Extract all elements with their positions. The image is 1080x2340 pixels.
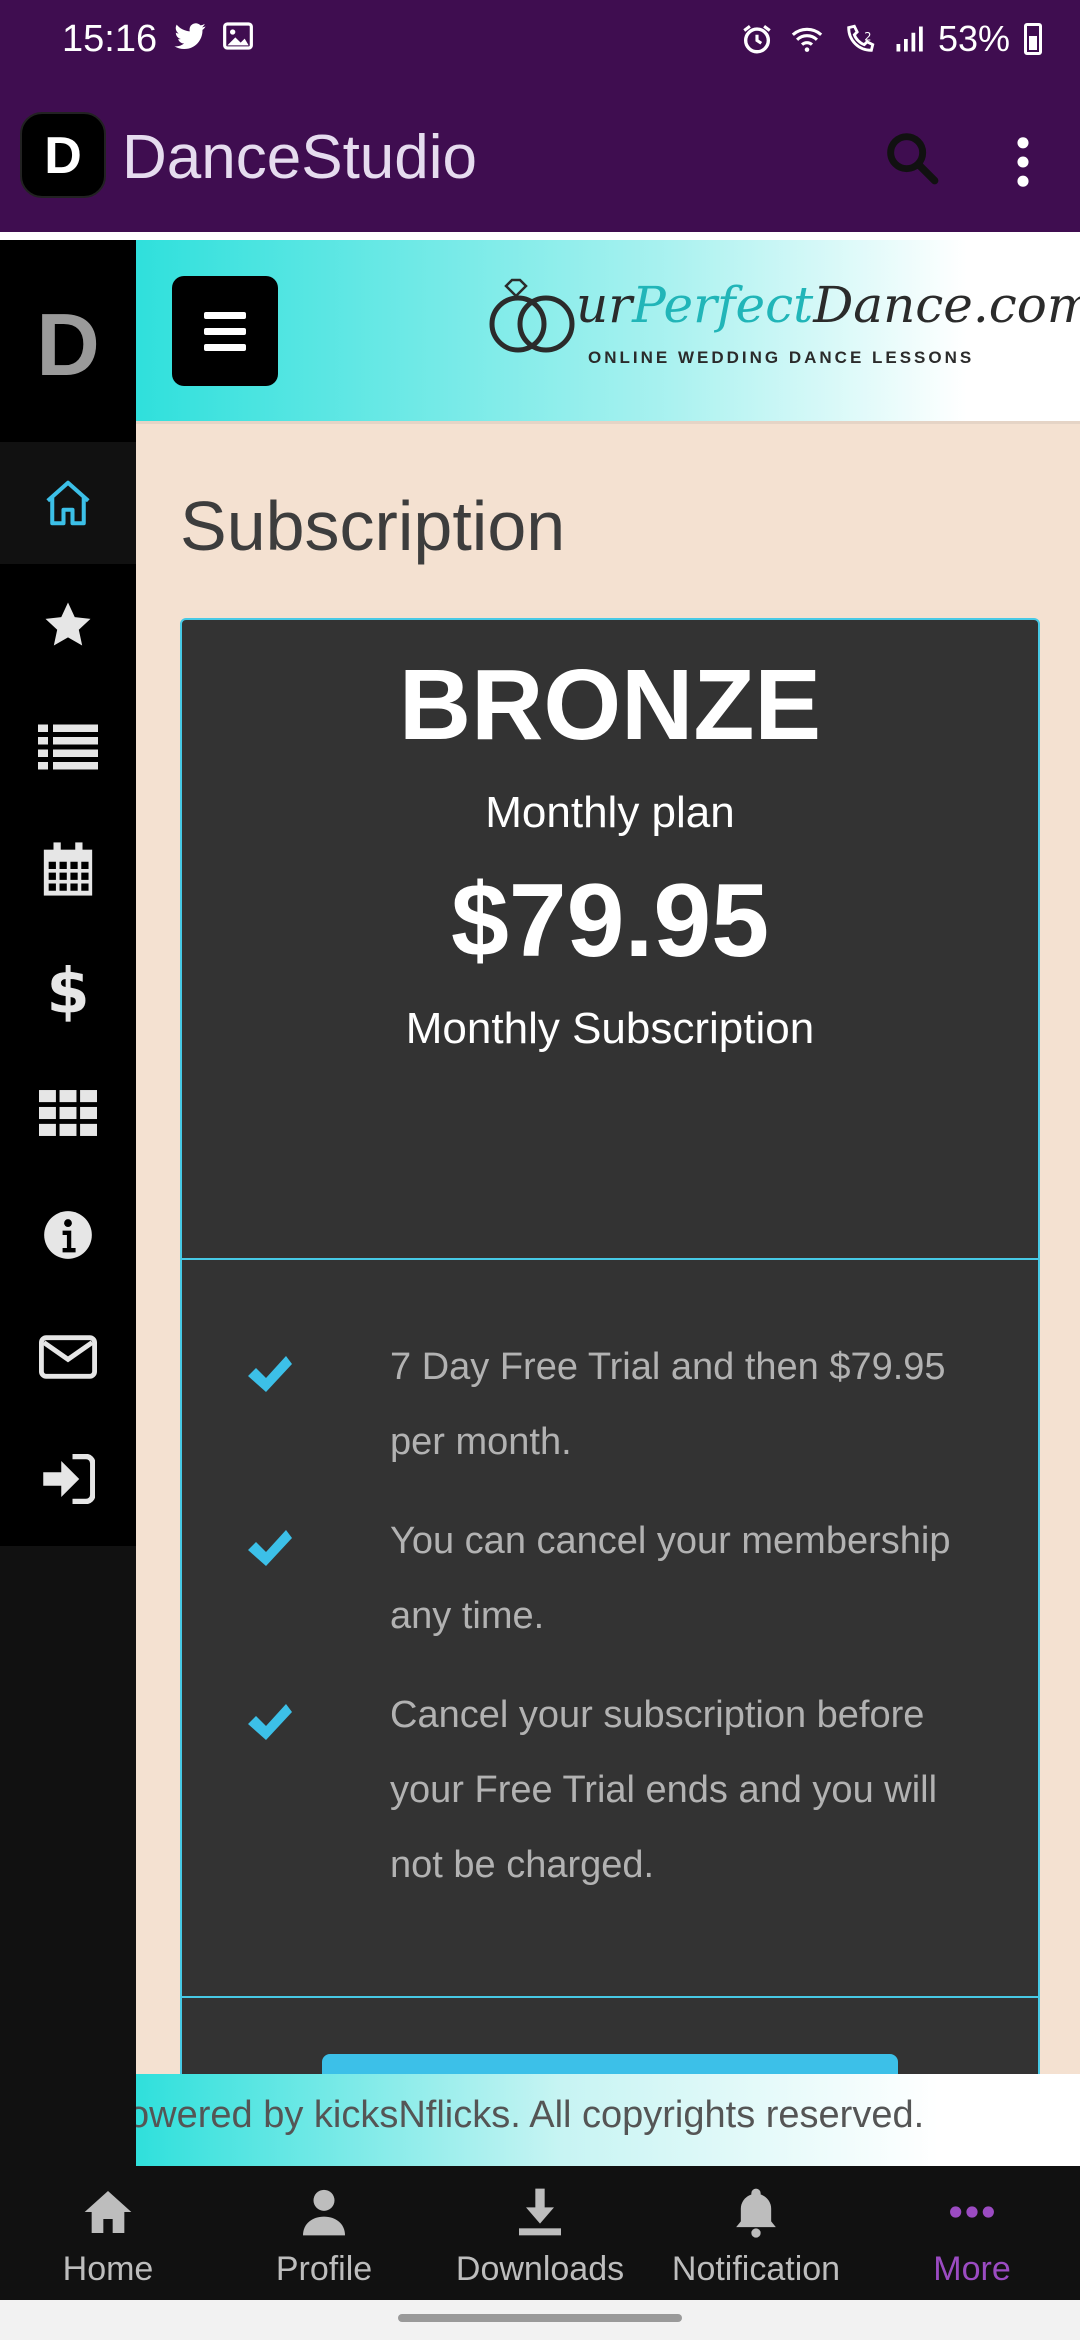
check-icon xyxy=(248,1356,292,1392)
sidebar-item-home[interactable] xyxy=(0,442,136,564)
battery-percent: 53% xyxy=(937,18,1010,59)
home-icon xyxy=(46,480,90,526)
sidebar-item-favorites[interactable] xyxy=(0,564,136,686)
plan-card: BRONZE Monthly plan $79.95 Monthly Subsc… xyxy=(180,618,1040,2166)
list-icon xyxy=(38,724,98,770)
dollar-icon: $ xyxy=(48,960,88,1022)
plan-period: Monthly plan xyxy=(485,788,735,837)
sidebar-item-contact[interactable] xyxy=(0,1296,136,1418)
gesture-handle[interactable] xyxy=(398,2314,682,2322)
feature-text: 7 Day Free Trial and then $79.95 per mon… xyxy=(390,1346,946,1463)
nav-more[interactable]: More xyxy=(864,2166,1080,2300)
page-title: Subscription xyxy=(180,487,566,565)
check-icon xyxy=(248,1530,292,1566)
sidebar: D $ xyxy=(0,240,136,2166)
sidebar-logo: D xyxy=(36,295,100,394)
site-footer: owered by kicksNflicks. All copyrights r… xyxy=(136,2074,1080,2166)
twitter-icon xyxy=(174,23,206,50)
gesture-area xyxy=(0,2300,1080,2340)
webview-content: D $ urPerfectDance.com ONLINE WEDDING DA… xyxy=(0,232,1080,2166)
bell-icon xyxy=(736,2188,776,2238)
download-icon xyxy=(519,2188,561,2236)
kebab-menu-icon xyxy=(1017,137,1029,187)
profile-icon xyxy=(303,2189,345,2236)
star-icon xyxy=(45,602,91,646)
plan-name: BRONZE xyxy=(398,649,822,761)
svg-text:2: 2 xyxy=(864,29,871,43)
hamburger-menu-button[interactable] xyxy=(172,276,278,386)
home-icon xyxy=(84,2191,132,2233)
app-logo: D xyxy=(20,112,106,198)
signal-icon xyxy=(896,26,923,52)
feature-text: Cancel your subscription before your Fre… xyxy=(390,1694,938,1886)
check-icon xyxy=(248,1704,292,1740)
feature-text: You can cancel your membership any time. xyxy=(390,1520,951,1637)
site-logo-name: urPerfectDance.com xyxy=(576,276,1080,334)
sign-in-icon xyxy=(43,1454,95,1504)
nav-downloads[interactable]: Downloads xyxy=(432,2166,648,2300)
overflow-menu-button[interactable] xyxy=(1006,130,1040,194)
bottom-navigation: Home Profile Downloads Notification More xyxy=(0,2166,1080,2300)
site-header: urPerfectDance.com ONLINE WEDDING DANCE … xyxy=(136,240,1080,424)
app-title: DanceStudio xyxy=(122,123,478,192)
rings-icon xyxy=(489,278,575,353)
wifi-icon xyxy=(791,27,823,52)
plan-price: $79.95 xyxy=(450,863,770,979)
footer-copyright: owered by kicksNflicks. All copyrights r… xyxy=(136,2094,925,2136)
sidebar-item-info[interactable] xyxy=(0,1174,136,1296)
status-time: 15:16 xyxy=(62,18,158,60)
search-icon xyxy=(887,133,939,185)
info-icon xyxy=(44,1211,92,1259)
app-bar: D DanceStudio xyxy=(0,84,1080,232)
sidebar-item-pricing[interactable]: $ xyxy=(0,930,136,1052)
plan-type: Monthly Subscription xyxy=(405,1004,815,1053)
nav-notification[interactable]: Notification xyxy=(648,2166,864,2300)
alarm-icon xyxy=(743,25,771,54)
calendar-icon xyxy=(43,842,93,896)
nav-profile[interactable]: Profile xyxy=(216,2166,432,2300)
search-button[interactable] xyxy=(880,126,944,190)
sidebar-item-list[interactable] xyxy=(0,686,136,808)
plan-header: BRONZE Monthly plan $79.95 Monthly Subsc… xyxy=(182,620,1038,1260)
svg-text:$: $ xyxy=(48,960,88,1022)
image-icon xyxy=(223,22,253,50)
sidebar-menu: D $ xyxy=(0,240,136,1546)
mail-icon xyxy=(39,1335,97,1379)
nav-home[interactable]: Home xyxy=(0,2166,216,2300)
wifi-calling-icon: 2 xyxy=(847,24,875,52)
grid-icon xyxy=(39,1090,97,1136)
battery-icon xyxy=(1024,23,1042,55)
status-bar: 15:16 2 53% xyxy=(0,0,1080,84)
sidebar-item-grid[interactable] xyxy=(0,1052,136,1174)
site-logo[interactable]: urPerfectDance.com ONLINE WEDDING DANCE … xyxy=(486,268,1080,398)
sidebar-item-login[interactable] xyxy=(0,1418,136,1540)
sidebar-item-calendar[interactable] xyxy=(0,808,136,930)
more-icon xyxy=(950,2206,994,2218)
site-tagline: ONLINE WEDDING DANCE LESSONS xyxy=(588,348,975,367)
